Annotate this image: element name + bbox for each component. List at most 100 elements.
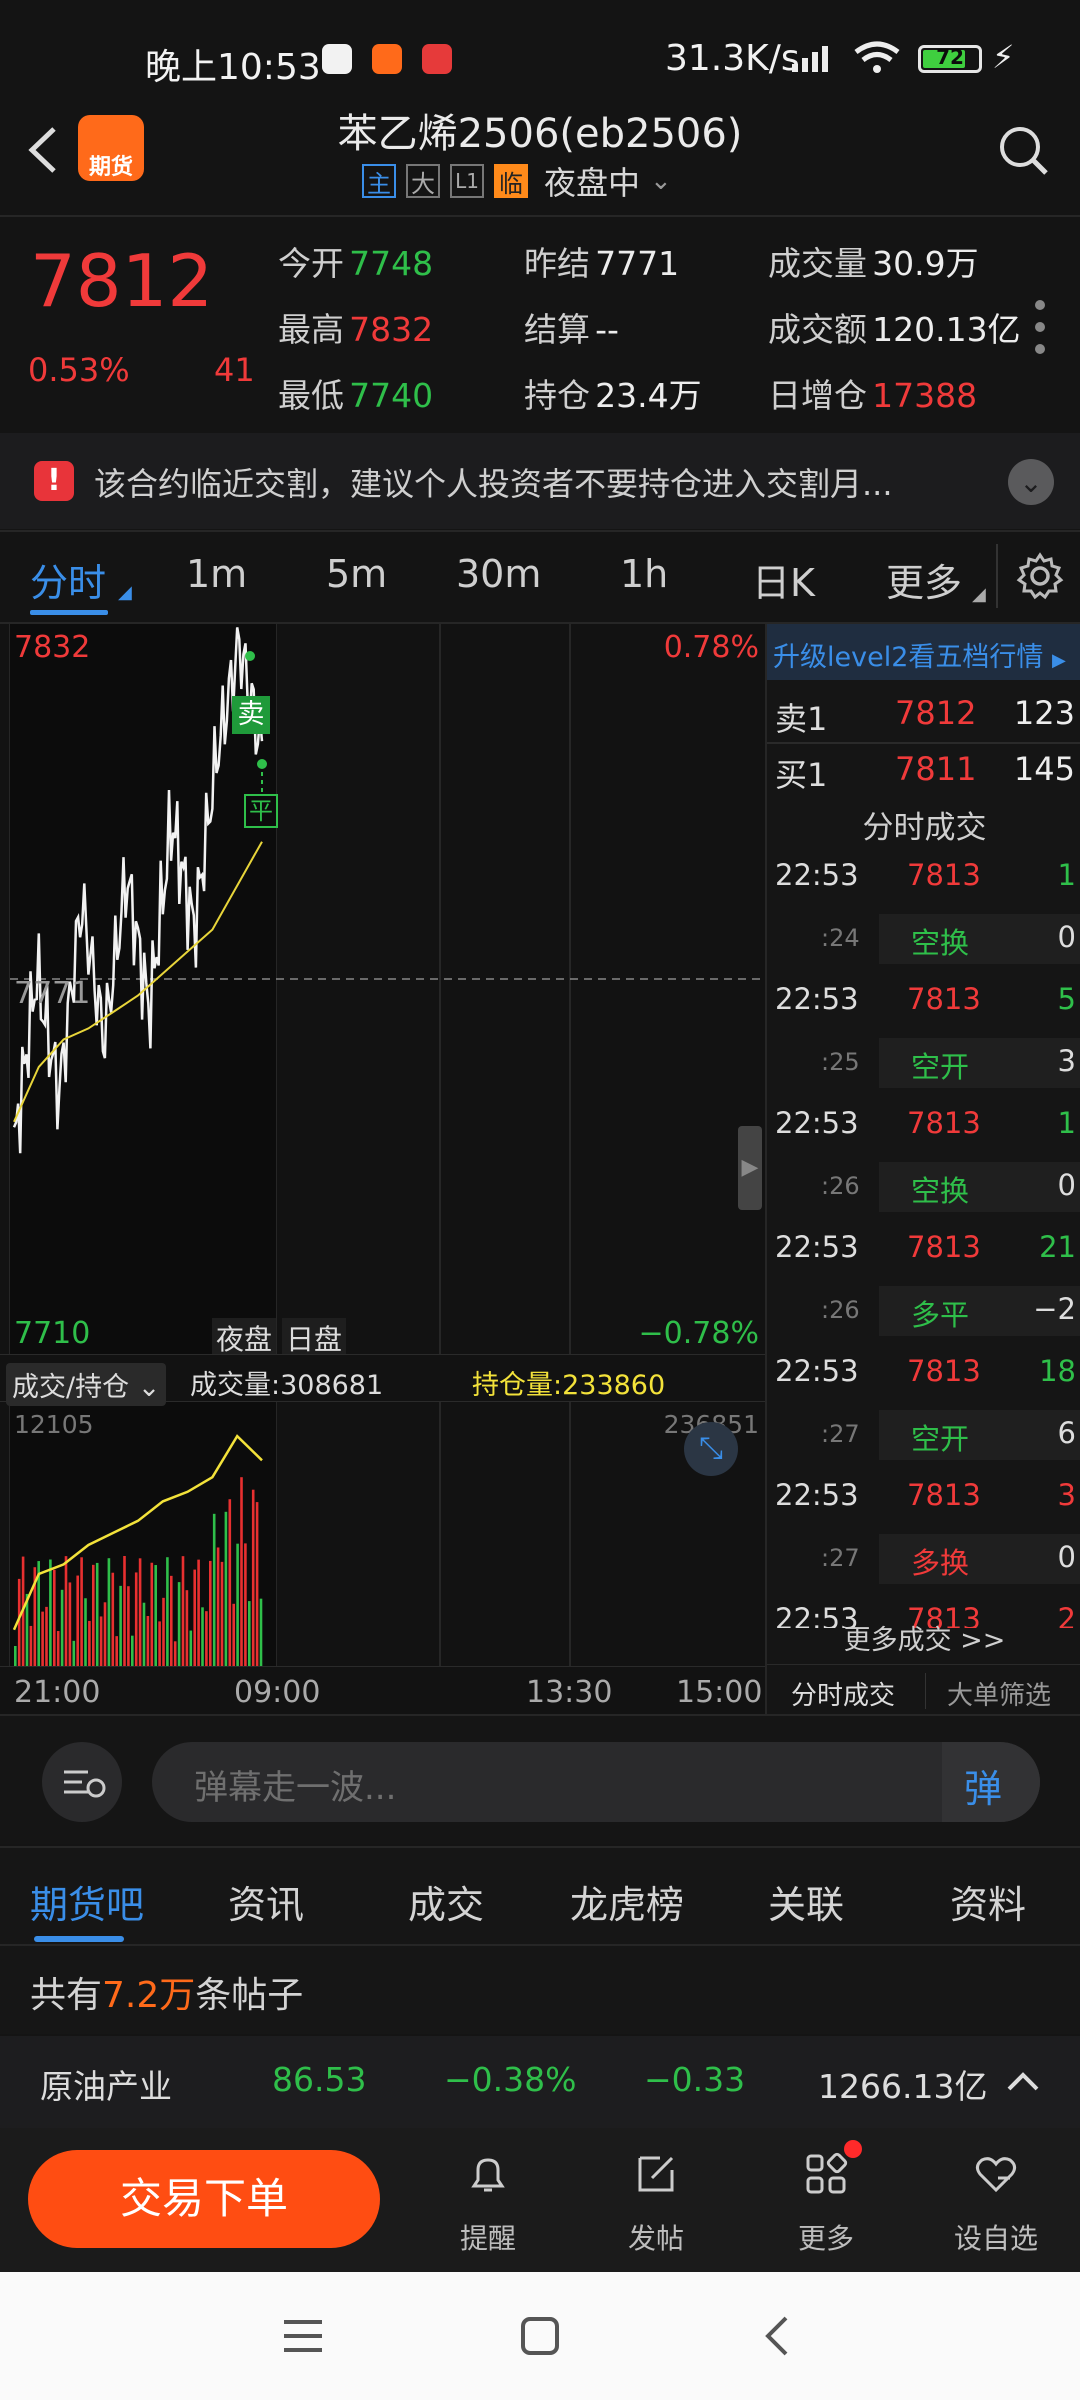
menu-icon[interactable] [282,2318,324,2354]
collapse-panel-handle[interactable]: ▶ [738,1126,762,1210]
home-icon[interactable] [520,2316,560,2356]
intraday-chart[interactable]: 7832 0.78% 7771 7710 −0.78% 卖 平 夜盘 日盘 ▶ … [0,622,765,1714]
mi-icon [372,44,402,74]
volume-bar [134,1572,138,1666]
settings-gear-icon[interactable] [1016,552,1064,600]
wifi-icon [854,41,900,73]
volume-bar [115,1636,118,1666]
tab-1h[interactable]: 1h [620,552,668,596]
y-max-label: 7832 [14,630,91,665]
tab-trades[interactable]: 成交 [408,1874,484,1929]
more-vertical-icon[interactable] [1034,297,1046,357]
pct-min-label: −0.78% [638,1316,759,1351]
volume-bar [119,1585,122,1666]
post-button[interactable]: 发帖 [596,2148,716,2257]
sell-point [245,651,255,661]
tab-tick-trades[interactable]: 分时成交 [791,1675,895,1712]
volume-bar [84,1598,87,1666]
trade-oi-change: 0 [1057,920,1076,954]
order-book-panel: 升级level2看五档行情 ▶ 卖1 7812 123 买1 7811 145 … [765,622,1080,1714]
add-watchlist-button[interactable]: 设自选 [936,2148,1056,2257]
trade-type: 空开 [911,1422,970,1456]
tab-30m[interactable]: 30m [456,552,541,596]
trade-second: :24 [821,924,860,952]
charging-icon: ⚡ [992,38,1015,76]
danmaku-send-button[interactable]: 弹 [942,1742,1040,1822]
volume-bar [76,1575,79,1666]
volume-bar [189,1630,193,1666]
back-nav-icon[interactable] [762,2314,790,2358]
notice-text: 该合约临近交割，建议个人投资者不要持仓进入交割月... [94,465,893,503]
more-trades-link[interactable]: 更多成交 >> [767,1618,1080,1657]
warning-icon: ! [34,461,74,501]
volume-bar [41,1611,44,1666]
volume-bar [181,1556,185,1666]
volume-bar [131,1635,134,1666]
trade-second: :27 [821,1420,860,1448]
upgrade-level2-banner[interactable]: 升级level2看五档行情 ▶ [767,624,1080,680]
tab-news[interactable]: 资讯 [228,1874,304,1929]
notification-dot [844,2140,862,2158]
trade-detail-row: :27 空开 6 [767,1404,1080,1466]
volume-bar [220,1561,224,1666]
expand-chevron-icon[interactable]: ⌄ [1008,459,1054,505]
chart-canvas[interactable] [0,624,765,1716]
trade-row: 22:53 7813 21 [767,1218,1080,1280]
chevron-up-icon[interactable] [1006,2070,1040,2092]
expand-chart-icon[interactable]: ⤡ [684,1422,738,1476]
session-status[interactable]: 夜盘中 [544,158,640,204]
volume-bar [49,1559,52,1666]
tab-related[interactable]: 关联 [768,1874,844,1929]
open-interest-total: 持仓量:233860 [472,1370,666,1401]
open-interest-field: 持仓 23.4万 [524,376,702,415]
action-bar: 交易下单 提醒 发帖 更多 设自选 [0,2128,1080,2272]
tick-trades-list[interactable]: 22:53 7813 1:24 空换 0 22:53 7813 5:25 空开 3 22:53 781… [767,846,1080,1628]
quote-panel: 7812 0.53% 41 今开 7748 最高 7832 最低 7740 昨结… [0,215,1080,430]
tab-1m[interactable]: 1m [186,552,247,596]
delivery-notice[interactable]: ! 该合约临近交割，建议个人投资者不要持仓进入交割月... ⌄ [0,433,1080,529]
more-button[interactable]: 更多 [766,2148,886,2257]
place-order-button[interactable]: 交易下单 [28,2150,380,2248]
sell-marker[interactable]: 卖 [232,696,270,734]
tab-daily-k[interactable]: 日K [752,552,815,607]
alert-button[interactable]: 提醒 [428,2148,548,2257]
trade-price: 7813 [907,1230,981,1264]
close-marker[interactable]: 平 [244,794,278,828]
tab-top-list[interactable]: 龙虎榜 [570,1874,684,1929]
danmaku-input[interactable]: 弹幕走一波... [152,1742,1040,1822]
tab-profile[interactable]: 资料 [950,1874,1026,1929]
tab-5m[interactable]: 5m [326,552,387,596]
trade-time: 22:53 [775,1230,859,1264]
search-icon[interactable] [996,123,1052,179]
trade-qty: 3 [1057,1478,1076,1512]
status-time: 晚上10:53 [145,47,321,88]
trade-time: 22:53 [775,858,859,892]
tab-intraday[interactable]: 分时 [30,552,106,607]
tab-more[interactable]: 更多 [886,552,962,607]
volume-bar [197,1559,200,1666]
volume-bar [60,1589,64,1666]
sector-pct: −0.38% [444,2060,577,2099]
trade-type: 多平 [911,1298,970,1332]
tab-large-order-filter[interactable]: 大单筛选 [947,1675,1051,1712]
volume-bar [95,1562,99,1666]
tab-futures-forum[interactable]: 期货吧 [30,1874,144,1929]
trade-time: 22:53 [775,1478,859,1512]
volume-bar [232,1603,235,1666]
volume-bar [259,1598,263,1666]
danmaku-filter-icon[interactable] [42,1742,122,1822]
trade-detail-row: :24 空换 0 [767,908,1080,970]
trade-row: 22:53 7813 1 [767,1094,1080,1156]
subchart-selector[interactable]: 成交/持仓 ⌄ [6,1363,167,1406]
high-field: 最高 7832 [278,310,434,349]
sector-row[interactable]: 原油产业 86.53 −0.38% −0.33 1266.13亿 [0,2036,1080,2128]
tag-l1: L1 [450,164,484,198]
volume-bar [127,1586,130,1666]
bid-row: 买1 7811 145 [775,750,1075,794]
volume-bar [29,1625,33,1666]
header: 期货 苯乙烯2506(eb2506) 主 大 L1 临 夜盘中 ⌄ [0,95,1080,215]
open-field: 今开 7748 [278,244,434,283]
last-price: 7812 [30,239,214,323]
volume-bar [103,1602,107,1666]
chevron-down-icon[interactable]: ⌄ [650,166,672,196]
